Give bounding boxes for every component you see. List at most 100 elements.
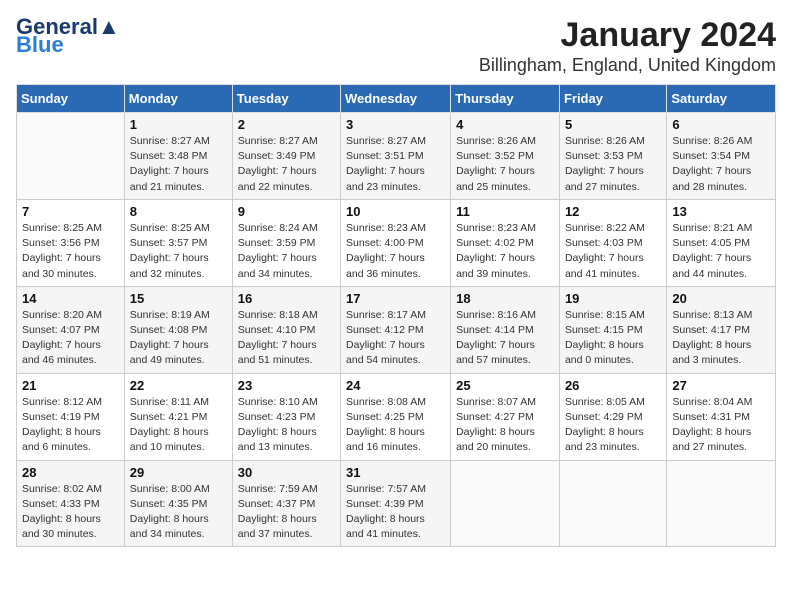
day-info: Sunrise: 8:00 AM Sunset: 4:35 PM Dayligh…: [130, 482, 227, 543]
calendar-cell: 31 Sunrise: 7:57 AM Sunset: 4:39 PM Dayli…: [341, 460, 451, 547]
day-info: Sunrise: 8:23 AM Sunset: 4:00 PM Dayligh…: [346, 221, 445, 282]
day-info: Sunrise: 8:07 AM Sunset: 4:27 PM Dayligh…: [456, 395, 554, 456]
day-info: Sunrise: 8:26 AM Sunset: 3:52 PM Dayligh…: [456, 134, 554, 195]
day-info: Sunrise: 8:15 AM Sunset: 4:15 PM Dayligh…: [565, 308, 661, 369]
calendar-cell: 25 Sunrise: 8:07 AM Sunset: 4:27 PM Dayli…: [451, 373, 560, 460]
day-number: 21: [22, 378, 119, 393]
day-number: 18: [456, 291, 554, 306]
calendar-cell: 11 Sunrise: 8:23 AM Sunset: 4:02 PM Dayli…: [451, 199, 560, 286]
calendar-cell: 16 Sunrise: 8:18 AM Sunset: 4:10 PM Dayli…: [232, 286, 340, 373]
calendar-cell: [667, 460, 776, 547]
calendar-cell: 21 Sunrise: 8:12 AM Sunset: 4:19 PM Dayli…: [17, 373, 125, 460]
day-number: 31: [346, 465, 445, 480]
day-number: 29: [130, 465, 227, 480]
calendar-cell: 27 Sunrise: 8:04 AM Sunset: 4:31 PM Dayli…: [667, 373, 776, 460]
day-info: Sunrise: 8:24 AM Sunset: 3:59 PM Dayligh…: [238, 221, 335, 282]
day-number: 15: [130, 291, 227, 306]
calendar-cell: [17, 113, 125, 200]
calendar-cell: 19 Sunrise: 8:15 AM Sunset: 4:15 PM Dayli…: [559, 286, 666, 373]
day-info: Sunrise: 8:27 AM Sunset: 3:51 PM Dayligh…: [346, 134, 445, 195]
calendar-week-5: 28Sunrise: 8:02 AM Sunset: 4:33 PM Dayli…: [17, 460, 776, 547]
logo: General▲ Blue: [16, 16, 120, 56]
calendar-cell: 20 Sunrise: 8:13 AM Sunset: 4:17 PM Dayli…: [667, 286, 776, 373]
day-info: Sunrise: 8:16 AM Sunset: 4:14 PM Dayligh…: [456, 308, 554, 369]
calendar-cell: 9 Sunrise: 8:24 AM Sunset: 3:59 PM Daylig…: [232, 199, 340, 286]
day-number: 19: [565, 291, 661, 306]
day-header-saturday: Saturday: [667, 85, 776, 113]
day-info: Sunrise: 8:26 AM Sunset: 3:53 PM Dayligh…: [565, 134, 661, 195]
day-info: Sunrise: 8:27 AM Sunset: 3:49 PM Dayligh…: [238, 134, 335, 195]
day-number: 30: [238, 465, 335, 480]
day-header-thursday: Thursday: [451, 85, 560, 113]
day-header-monday: Monday: [124, 85, 232, 113]
day-header-tuesday: Tuesday: [232, 85, 340, 113]
day-info: Sunrise: 8:10 AM Sunset: 4:23 PM Dayligh…: [238, 395, 335, 456]
day-info: Sunrise: 8:20 AM Sunset: 4:07 PM Dayligh…: [22, 308, 119, 369]
calendar-header: SundayMondayTuesdayWednesdayThursdayFrid…: [17, 85, 776, 113]
day-number: 3: [346, 117, 445, 132]
day-number: 4: [456, 117, 554, 132]
day-number: 1: [130, 117, 227, 132]
day-number: 28: [22, 465, 119, 480]
day-number: 27: [672, 378, 770, 393]
calendar-cell: 2Sunrise: 8:27 AM Sunset: 3:49 PM Daylig…: [232, 113, 340, 200]
day-info: Sunrise: 8:26 AM Sunset: 3:54 PM Dayligh…: [672, 134, 770, 195]
main-title: January 2024: [479, 16, 776, 55]
day-number: 25: [456, 378, 554, 393]
calendar-cell: 15 Sunrise: 8:19 AM Sunset: 4:08 PM Dayli…: [124, 286, 232, 373]
day-number: 24: [346, 378, 445, 393]
day-number: 10: [346, 204, 445, 219]
day-info: Sunrise: 8:21 AM Sunset: 4:05 PM Dayligh…: [672, 221, 770, 282]
subtitle: Billingham, England, United Kingdom: [479, 55, 776, 76]
calendar-week-3: 14Sunrise: 8:20 AM Sunset: 4:07 PM Dayli…: [17, 286, 776, 373]
day-number: 5: [565, 117, 661, 132]
day-number: 12: [565, 204, 661, 219]
day-info: Sunrise: 8:13 AM Sunset: 4:17 PM Dayligh…: [672, 308, 770, 369]
calendar-week-4: 21 Sunrise: 8:12 AM Sunset: 4:19 PM Dayli…: [17, 373, 776, 460]
day-info: Sunrise: 8:25 AM Sunset: 3:56 PM Dayligh…: [22, 221, 119, 282]
calendar-cell: 24 Sunrise: 8:08 AM Sunset: 4:25 PM Dayli…: [341, 373, 451, 460]
day-info: Sunrise: 8:22 AM Sunset: 4:03 PM Dayligh…: [565, 221, 661, 282]
day-info: Sunrise: 8:12 AM Sunset: 4:19 PM Dayligh…: [22, 395, 119, 456]
day-info: Sunrise: 8:08 AM Sunset: 4:25 PM Dayligh…: [346, 395, 445, 456]
day-number: 13: [672, 204, 770, 219]
calendar-week-2: 7Sunrise: 8:25 AM Sunset: 3:56 PM Daylig…: [17, 199, 776, 286]
day-number: 20: [672, 291, 770, 306]
calendar-cell: 10 Sunrise: 8:23 AM Sunset: 4:00 PM Dayli…: [341, 199, 451, 286]
day-info: Sunrise: 8:04 AM Sunset: 4:31 PM Dayligh…: [672, 395, 770, 456]
day-header-friday: Friday: [559, 85, 666, 113]
calendar-cell: 8Sunrise: 8:25 AM Sunset: 3:57 PM Daylig…: [124, 199, 232, 286]
day-info: Sunrise: 7:57 AM Sunset: 4:39 PM Dayligh…: [346, 482, 445, 543]
calendar-cell: 26 Sunrise: 8:05 AM Sunset: 4:29 PM Dayli…: [559, 373, 666, 460]
day-info: Sunrise: 8:11 AM Sunset: 4:21 PM Dayligh…: [130, 395, 227, 456]
day-number: 17: [346, 291, 445, 306]
day-info: Sunrise: 8:23 AM Sunset: 4:02 PM Dayligh…: [456, 221, 554, 282]
calendar-week-1: 1 Sunrise: 8:27 AM Sunset: 3:48 PM Daylig…: [17, 113, 776, 200]
day-header-wednesday: Wednesday: [341, 85, 451, 113]
calendar-cell: 3 Sunrise: 8:27 AM Sunset: 3:51 PM Daylig…: [341, 113, 451, 200]
calendar-cell: 28Sunrise: 8:02 AM Sunset: 4:33 PM Dayli…: [17, 460, 125, 547]
day-info: Sunrise: 8:25 AM Sunset: 3:57 PM Dayligh…: [130, 221, 227, 282]
day-number: 26: [565, 378, 661, 393]
calendar-cell: 4 Sunrise: 8:26 AM Sunset: 3:52 PM Daylig…: [451, 113, 560, 200]
day-info: Sunrise: 8:27 AM Sunset: 3:48 PM Dayligh…: [130, 134, 227, 195]
day-info: Sunrise: 7:59 AM Sunset: 4:37 PM Dayligh…: [238, 482, 335, 543]
day-number: 22: [130, 378, 227, 393]
calendar-cell: 14Sunrise: 8:20 AM Sunset: 4:07 PM Dayli…: [17, 286, 125, 373]
calendar-cell: [451, 460, 560, 547]
day-number: 16: [238, 291, 335, 306]
day-info: Sunrise: 8:05 AM Sunset: 4:29 PM Dayligh…: [565, 395, 661, 456]
calendar-cell: 13 Sunrise: 8:21 AM Sunset: 4:05 PM Dayli…: [667, 199, 776, 286]
day-number: 11: [456, 204, 554, 219]
day-header-sunday: Sunday: [17, 85, 125, 113]
day-info: Sunrise: 8:19 AM Sunset: 4:08 PM Dayligh…: [130, 308, 227, 369]
calendar-cell: 22 Sunrise: 8:11 AM Sunset: 4:21 PM Dayli…: [124, 373, 232, 460]
calendar-table: SundayMondayTuesdayWednesdayThursdayFrid…: [16, 84, 776, 547]
calendar-cell: 30 Sunrise: 7:59 AM Sunset: 4:37 PM Dayli…: [232, 460, 340, 547]
day-number: 9: [238, 204, 335, 219]
day-number: 23: [238, 378, 335, 393]
day-info: Sunrise: 8:18 AM Sunset: 4:10 PM Dayligh…: [238, 308, 335, 369]
day-number: 6: [672, 117, 770, 132]
calendar-cell: 5 Sunrise: 8:26 AM Sunset: 3:53 PM Daylig…: [559, 113, 666, 200]
calendar-cell: [559, 460, 666, 547]
